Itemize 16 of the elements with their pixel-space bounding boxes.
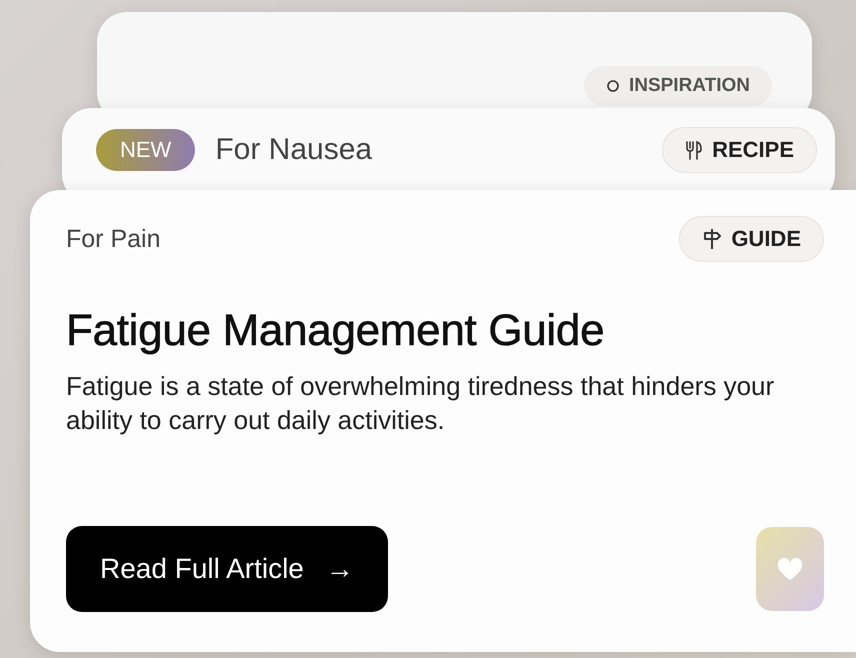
card-category: For Pain (66, 224, 160, 254)
card-description: Fatigue is a state of overwhelming tiredness that hinders your ability to carry out daily activities. (66, 370, 776, 437)
card-category: For Nausea (215, 133, 374, 167)
button-label: Read Full Article (100, 553, 304, 585)
new-badge: NEW (96, 129, 196, 171)
arrow-label: → (326, 553, 354, 585)
read-article-button[interactable]: Read Full Article → (66, 526, 388, 612)
signpost-icon (702, 227, 722, 251)
fork-knife-icon (685, 140, 704, 160)
card-title: Fatigue Management Guide (66, 306, 606, 356)
circle-icon (606, 79, 620, 93)
tag-label: INSPIRATION (628, 75, 750, 97)
heart-icon (777, 557, 803, 581)
tag-label: GUIDE (731, 226, 801, 252)
favorite-button[interactable] (756, 527, 824, 611)
tag-label: RECIPE (712, 137, 794, 163)
